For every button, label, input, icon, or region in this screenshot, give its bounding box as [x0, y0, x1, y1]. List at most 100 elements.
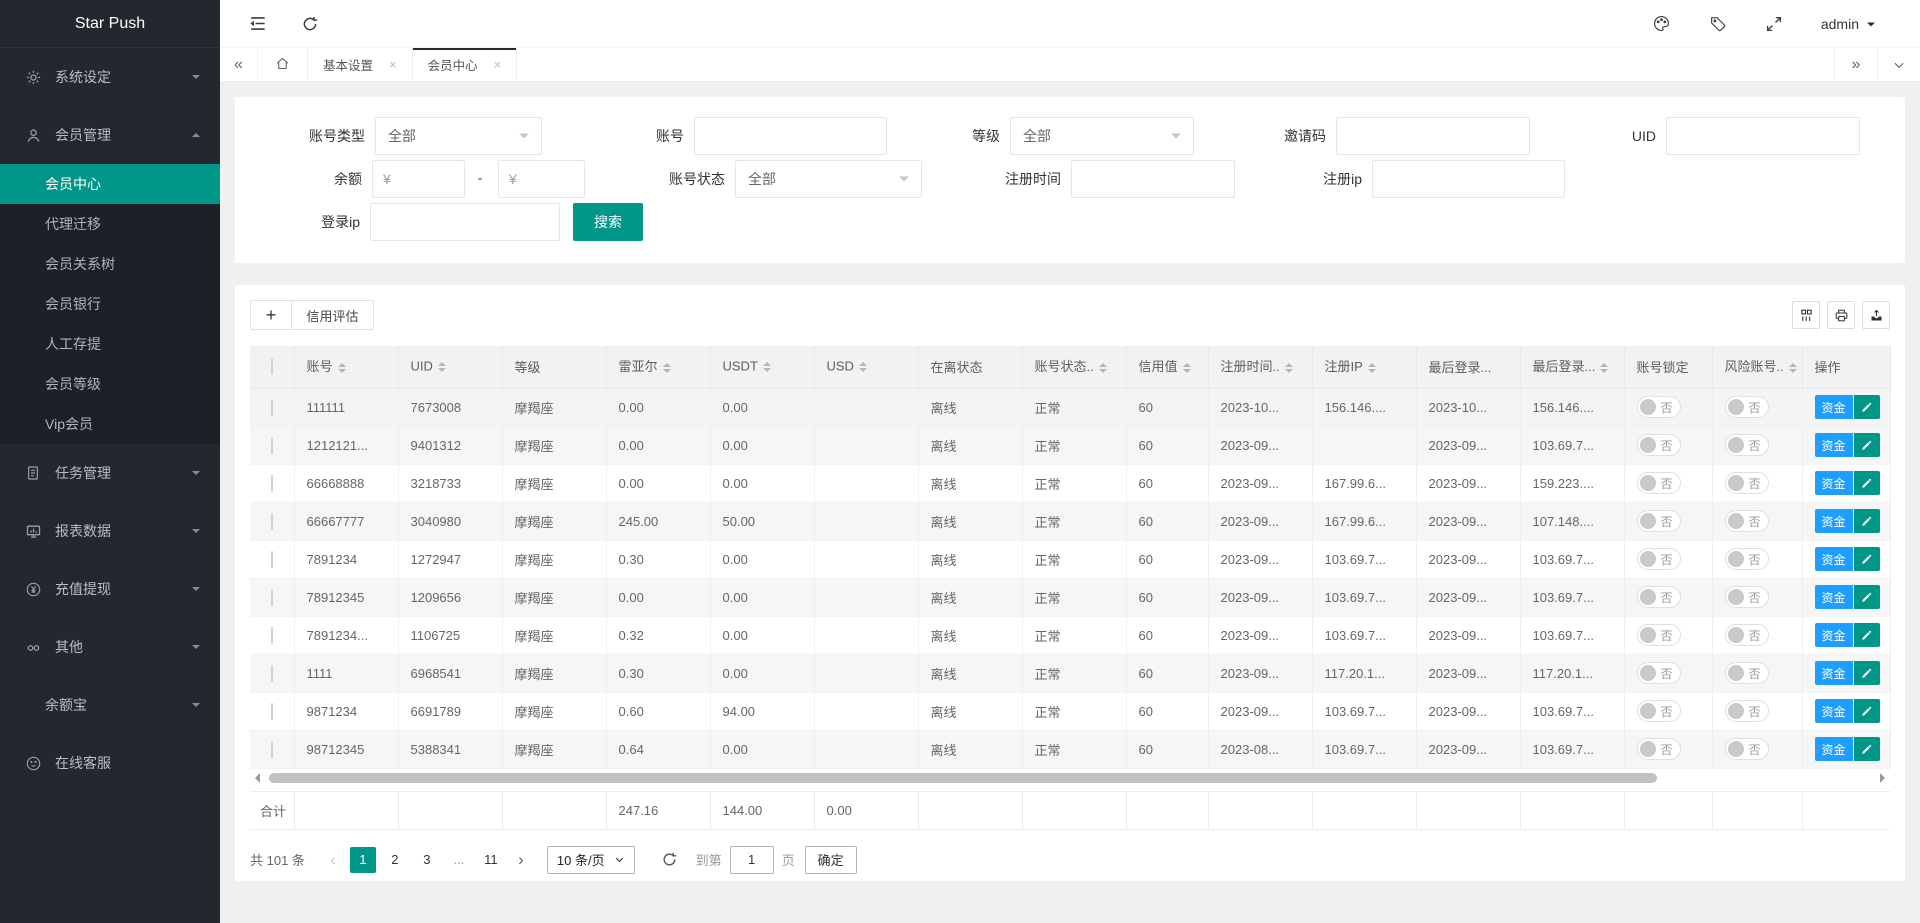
tabs-scroll-left-button[interactable]: «: [220, 48, 258, 81]
sort-icon[interactable]: [1600, 359, 1608, 377]
header-usdt[interactable]: USDT: [710, 346, 814, 388]
sort-icon[interactable]: [338, 359, 346, 377]
fund-button[interactable]: 资金: [1815, 699, 1853, 723]
header-reg_time[interactable]: 注册时间..: [1208, 346, 1312, 388]
row-checkbox[interactable]: [271, 437, 273, 454]
page-number-1[interactable]: 1: [350, 847, 376, 873]
sidebar-item-other[interactable]: 其他: [0, 618, 220, 676]
balance-max-input[interactable]: [498, 160, 585, 198]
sort-desc-icon[interactable]: [1600, 369, 1608, 377]
refresh-icon[interactable]: [301, 15, 319, 33]
sidebar-subitem-member-bank[interactable]: 会员银行: [0, 284, 220, 324]
edit-button[interactable]: [1854, 661, 1880, 685]
sort-asc-icon[interactable]: [1285, 359, 1293, 367]
menu-collapse-icon[interactable]: [248, 14, 267, 33]
row-checkbox[interactable]: [271, 551, 273, 568]
fund-button[interactable]: 资金: [1815, 737, 1853, 761]
sort-icon[interactable]: [1368, 359, 1376, 377]
row-checkbox[interactable]: [271, 741, 273, 758]
risk-toggle[interactable]: 否: [1725, 662, 1769, 684]
sidebar-subitem-vip-member[interactable]: Vip会员: [0, 404, 220, 444]
goto-confirm-button[interactable]: 确定: [805, 846, 857, 874]
sort-desc-icon[interactable]: [663, 369, 671, 377]
header-credit[interactable]: 信用值: [1126, 346, 1208, 388]
sort-asc-icon[interactable]: [763, 358, 771, 366]
edit-button[interactable]: [1854, 585, 1880, 609]
page-prev-button[interactable]: ‹: [319, 847, 347, 873]
risk-toggle[interactable]: 否: [1725, 434, 1769, 456]
sort-asc-icon[interactable]: [1789, 359, 1797, 367]
add-button[interactable]: +: [250, 300, 292, 330]
sort-icon[interactable]: [859, 358, 867, 376]
page-number-11[interactable]: 11: [478, 847, 504, 873]
sort-desc-icon[interactable]: [438, 368, 446, 376]
header-status[interactable]: 账号状态..: [1022, 346, 1126, 388]
sidebar-item-task-management[interactable]: 任务管理: [0, 444, 220, 502]
edit-button[interactable]: [1854, 433, 1880, 457]
uid-input[interactable]: [1666, 117, 1860, 155]
edit-button[interactable]: [1854, 509, 1880, 533]
edit-button[interactable]: [1854, 623, 1880, 647]
sidebar-subitem-agent-migration[interactable]: 代理迁移: [0, 204, 220, 244]
lock-toggle[interactable]: 否: [1637, 548, 1681, 570]
header-account[interactable]: 账号: [294, 346, 398, 388]
sort-icon[interactable]: [1285, 359, 1293, 377]
risk-toggle[interactable]: 否: [1725, 548, 1769, 570]
tabs-menu-button[interactable]: [1877, 48, 1920, 81]
row-checkbox[interactable]: [271, 703, 273, 720]
sort-asc-icon[interactable]: [1600, 359, 1608, 367]
close-icon[interactable]: ×: [389, 57, 397, 72]
fund-button[interactable]: 资金: [1815, 547, 1853, 571]
header-usd[interactable]: USD: [814, 346, 918, 388]
select-all-checkbox[interactable]: [271, 358, 273, 375]
page-next-button[interactable]: ›: [507, 847, 535, 873]
sort-asc-icon[interactable]: [1368, 359, 1376, 367]
account-input[interactable]: [694, 117, 887, 155]
sort-desc-icon[interactable]: [1368, 369, 1376, 377]
header-risk[interactable]: 风险账号..: [1712, 346, 1802, 388]
fund-button[interactable]: 资金: [1815, 585, 1853, 609]
sidebar-item-deposit-withdraw[interactable]: 充值提现: [0, 560, 220, 618]
lock-toggle[interactable]: 否: [1637, 738, 1681, 760]
row-checkbox[interactable]: [271, 475, 273, 492]
lock-toggle[interactable]: 否: [1637, 510, 1681, 532]
sort-asc-icon[interactable]: [663, 359, 671, 367]
register-time-input[interactable]: [1071, 160, 1235, 198]
fund-button[interactable]: 资金: [1815, 433, 1853, 457]
lock-toggle[interactable]: 否: [1637, 624, 1681, 646]
risk-toggle[interactable]: 否: [1725, 586, 1769, 608]
row-checkbox[interactable]: [271, 665, 273, 682]
register-ip-input[interactable]: [1372, 160, 1565, 198]
goto-page-input[interactable]: [730, 846, 774, 874]
risk-toggle[interactable]: 否: [1725, 396, 1769, 418]
header-last_ip[interactable]: 最后登录...: [1520, 346, 1624, 388]
sort-icon[interactable]: [663, 359, 671, 377]
sidebar-subitem-member-tree[interactable]: 会员关系树: [0, 244, 220, 284]
header-brl[interactable]: 雷亚尔: [606, 346, 710, 388]
risk-toggle[interactable]: 否: [1725, 472, 1769, 494]
tabs-scroll-right-button[interactable]: »: [1834, 48, 1877, 81]
level-select[interactable]: 全部: [1010, 117, 1194, 155]
lock-toggle[interactable]: 否: [1637, 586, 1681, 608]
tab-basic-settings[interactable]: 基本设置×: [308, 48, 413, 81]
sort-desc-icon[interactable]: [1099, 369, 1107, 377]
page-number-2[interactable]: 2: [382, 847, 408, 873]
sidebar-subitem-manual-deposit[interactable]: 人工存提: [0, 324, 220, 364]
printer-icon[interactable]: [1827, 301, 1855, 329]
fund-button[interactable]: 资金: [1815, 395, 1853, 419]
risk-toggle[interactable]: 否: [1725, 624, 1769, 646]
header-reg_ip[interactable]: 注册IP: [1312, 346, 1416, 388]
pagination-refresh-icon[interactable]: [661, 851, 678, 868]
sort-icon[interactable]: [438, 358, 446, 376]
fullscreen-icon[interactable]: [1765, 15, 1783, 33]
palette-icon[interactable]: [1652, 14, 1671, 33]
scroll-right-arrow-icon[interactable]: [1880, 773, 1890, 783]
sidebar-item-system-settings[interactable]: 系统设定: [0, 48, 220, 106]
close-icon[interactable]: ×: [494, 57, 502, 72]
edit-button[interactable]: [1854, 547, 1880, 571]
risk-toggle[interactable]: 否: [1725, 510, 1769, 532]
invite-code-input[interactable]: [1336, 117, 1530, 155]
login-ip-input[interactable]: [370, 203, 560, 241]
sort-icon[interactable]: [1183, 359, 1191, 377]
per-page-select[interactable]: 10 条/页: [547, 846, 635, 874]
